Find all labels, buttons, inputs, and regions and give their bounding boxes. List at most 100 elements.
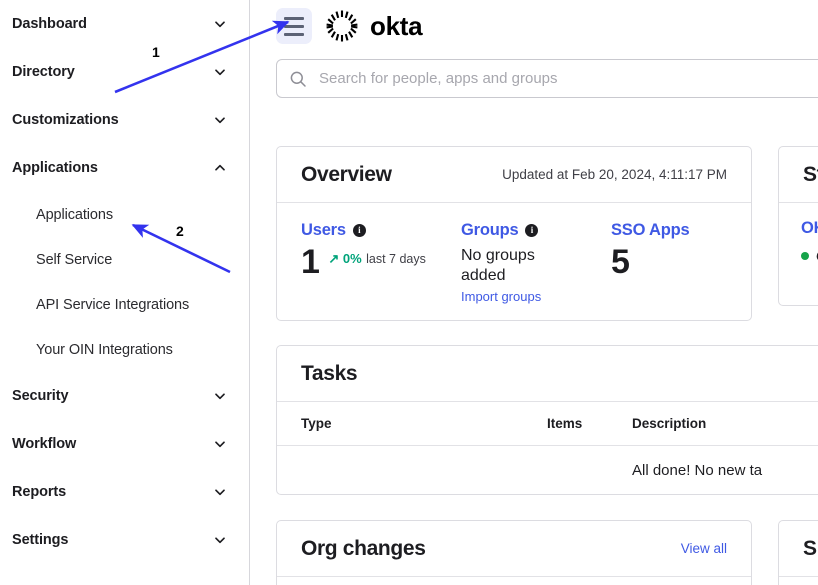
sso-apps-metric: 5	[611, 246, 689, 278]
overview-metric-sso-apps: SSO Apps 5	[611, 221, 689, 304]
status-card: St OK O	[778, 146, 818, 306]
users-delta-group: ↗ 0% last 7 days	[328, 246, 426, 268]
tasks-cell-items	[547, 446, 632, 496]
tasks-column-items: Items	[547, 402, 632, 446]
groups-header: Groups i	[461, 221, 611, 240]
secondary-right-card-header: S	[779, 521, 818, 577]
sidebar-subitem-your-oin-integrations[interactable]: Your OIN Integrations	[0, 327, 249, 372]
sidebar-item-label: Applications	[12, 160, 213, 176]
sidebar-item-label: Directory	[12, 64, 213, 80]
sidebar-subitem-label: Self Service	[36, 252, 112, 268]
tasks-column-description: Description	[632, 402, 818, 446]
sidebar-item-security[interactable]: Security	[0, 372, 249, 420]
chevron-down-icon[interactable]	[213, 437, 227, 451]
status-card-header: St	[779, 147, 818, 203]
overview-metric-groups: Groups i No groups added Import groups	[461, 221, 611, 304]
tasks-cell-type	[277, 446, 547, 496]
sidebar-subitem-applications[interactable]: Applications	[0, 192, 249, 237]
sidebar-item-label: Workflow	[12, 436, 213, 452]
overview-updated-timestamp: Updated at Feb 20, 2024, 4:11:17 PM	[502, 167, 727, 182]
okta-wordmark: okta	[370, 11, 422, 42]
chevron-down-icon[interactable]	[213, 65, 227, 79]
annotation-label-1: 1	[152, 44, 160, 60]
users-count: 1	[301, 246, 319, 278]
chevron-down-icon[interactable]	[213, 533, 227, 547]
sidebar-item-label: Reports	[12, 484, 213, 500]
status-link[interactable]: OK	[801, 219, 818, 238]
sidebar-item-label: Security	[12, 388, 213, 404]
sso-apps-count: 5	[611, 246, 629, 278]
overview-card-header: Overview Updated at Feb 20, 2024, 4:11:1…	[277, 147, 751, 203]
overview-title: Overview	[301, 163, 392, 187]
tasks-title: Tasks	[301, 362, 357, 386]
chevron-down-icon[interactable]	[213, 17, 227, 31]
secondary-right-card-title: S	[803, 537, 817, 561]
groups-link[interactable]: Groups	[461, 221, 518, 240]
sidebar-subitem-label: Applications	[36, 207, 113, 223]
sidebar-item-reports[interactable]: Reports	[0, 468, 249, 516]
hamburger-bar	[284, 17, 304, 20]
tasks-card: Tasks Type Items Description All done! N…	[276, 345, 818, 495]
info-icon[interactable]: i	[525, 224, 538, 237]
users-delta: ↗ 0%	[328, 251, 361, 266]
sidebar-subitem-self-service[interactable]: Self Service	[0, 237, 249, 282]
info-icon[interactable]: i	[353, 224, 366, 237]
users-metric: 1 ↗ 0% last 7 days	[301, 246, 461, 278]
hamburger-icon[interactable]	[276, 8, 312, 44]
top-bar: okta	[251, 0, 818, 52]
status-card-body: OK O	[779, 203, 818, 280]
main-content: okta Overview Updated at Feb 20, 2024, 4…	[251, 0, 818, 585]
sidebar-item-directory[interactable]: Directory	[0, 48, 249, 96]
org-changes-title: Org changes	[301, 537, 426, 561]
org-changes-card-header: Org changes View all	[277, 521, 751, 577]
sidebar-subitem-api-service-integrations[interactable]: API Service Integrations	[0, 282, 249, 327]
status-row: O	[801, 248, 818, 264]
annotation-label-2: 2	[176, 223, 184, 239]
users-delta-value: 0%	[343, 251, 362, 266]
tasks-table-header-row: Type Items Description	[277, 402, 818, 446]
sidebar-item-applications[interactable]: Applications	[0, 144, 249, 192]
import-groups-link[interactable]: Import groups	[461, 289, 611, 304]
users-header: Users i	[301, 221, 461, 240]
sidebar-subitem-label: Your OIN Integrations	[36, 342, 173, 358]
tasks-table: Type Items Description All done! No new …	[277, 402, 818, 495]
overview-card-body: Users i 1 ↗ 0% last 7 days Groups i	[277, 203, 751, 304]
hamburger-bar	[284, 25, 304, 28]
search-input[interactable]	[319, 70, 818, 87]
tasks-column-type: Type	[277, 402, 547, 446]
chevron-down-icon[interactable]	[213, 113, 227, 127]
sidebar-item-dashboard[interactable]: Dashboard	[0, 0, 249, 48]
chevron-down-icon[interactable]	[213, 389, 227, 403]
users-link[interactable]: Users	[301, 221, 346, 240]
sidebar-item-customizations[interactable]: Customizations	[0, 96, 249, 144]
table-row: All done! No new ta	[277, 446, 818, 496]
users-delta-period: last 7 days	[366, 252, 426, 266]
status-indicator-dot	[801, 252, 809, 260]
sidebar-subitem-label: API Service Integrations	[36, 297, 189, 313]
okta-sunburst-icon	[325, 9, 359, 43]
status-title: St	[803, 163, 818, 187]
org-changes-card: Org changes View all	[276, 520, 752, 585]
tasks-card-header: Tasks	[277, 346, 818, 402]
sso-apps-header: SSO Apps	[611, 221, 689, 240]
groups-empty-text: No groups added	[461, 246, 571, 286]
trend-up-icon: ↗	[328, 251, 339, 266]
okta-admin-dashboard: Dashboard Directory Customizations Appli…	[0, 0, 818, 585]
chevron-down-icon[interactable]	[213, 485, 227, 499]
overview-metric-users: Users i 1 ↗ 0% last 7 days	[301, 221, 461, 304]
sso-apps-link[interactable]: SSO Apps	[611, 221, 689, 240]
overview-card: Overview Updated at Feb 20, 2024, 4:11:1…	[276, 146, 752, 321]
hamburger-bar	[284, 33, 304, 36]
sidebar-item-label: Settings	[12, 532, 213, 548]
chevron-up-icon[interactable]	[213, 161, 227, 175]
sidebar: Dashboard Directory Customizations Appli…	[0, 0, 250, 585]
org-changes-view-all-link[interactable]: View all	[681, 541, 727, 556]
sidebar-item-label: Customizations	[12, 112, 213, 128]
tasks-cell-description: All done! No new ta	[632, 446, 818, 496]
secondary-right-card: S	[778, 520, 818, 585]
search-bar[interactable]	[276, 59, 818, 98]
search-icon	[289, 70, 307, 88]
sidebar-item-settings[interactable]: Settings	[0, 516, 249, 564]
sidebar-item-label: Dashboard	[12, 16, 213, 32]
sidebar-item-workflow[interactable]: Workflow	[0, 420, 249, 468]
